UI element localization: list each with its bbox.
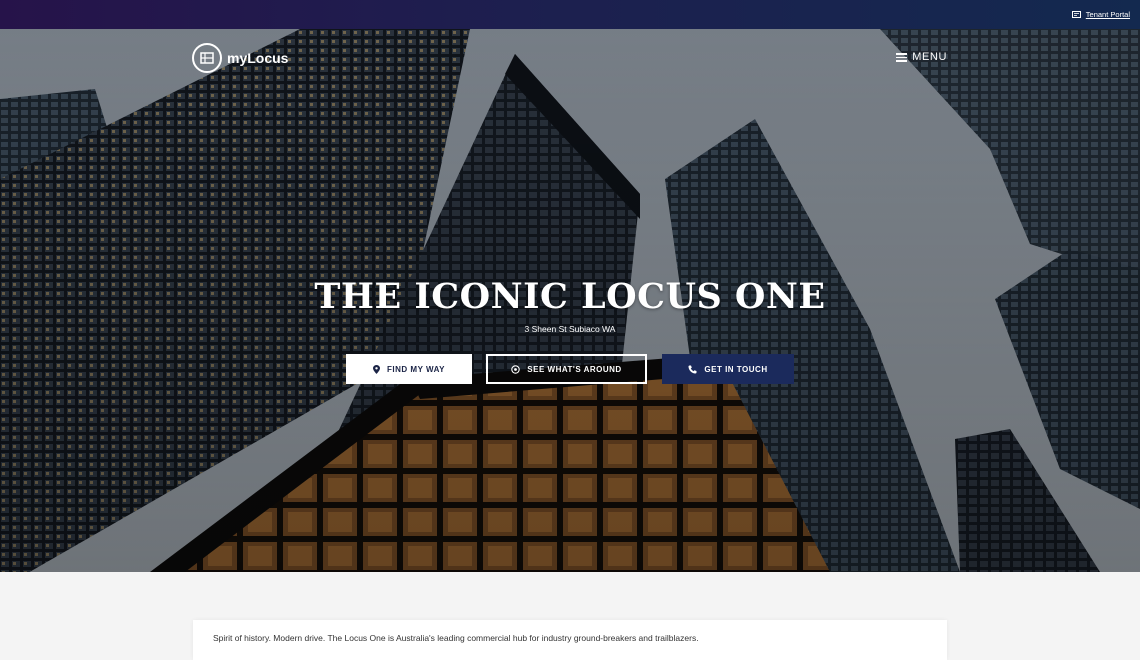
phone-icon [688,365,697,373]
get-in-touch-label: GET IN TOUCH [704,364,768,374]
tenant-portal-link[interactable]: Tenant Portal [1071,10,1130,19]
get-in-touch-button[interactable]: GET IN TOUCH [662,354,794,384]
hero-address: 3 Sheen St Subiaco WA [524,324,616,334]
hero-section: myLocus MENU THE ICONIC LOCUS ONE 3 Shee… [0,29,1140,572]
logo-text: myLocus [227,50,289,66]
hero-title: THE ICONIC LOCUS ONE [314,276,826,317]
hamburger-icon [896,51,908,64]
map-pin-icon [373,364,381,374]
card-icon [1071,11,1081,18]
intro-text: Spirit of history. Modern drive. The Loc… [213,633,699,643]
menu-label: MENU [912,51,947,64]
logo-mark-icon [192,43,222,73]
menu-button[interactable]: MENU [896,51,947,64]
see-whats-around-label: SEE WHAT'S AROUND [527,364,622,374]
top-utility-bar: Tenant Portal [0,0,1140,29]
intro-card: Spirit of history. Modern drive. The Loc… [193,620,947,660]
see-whats-around-button[interactable]: SEE WHAT'S AROUND [486,354,647,384]
tenant-portal-label: Tenant Portal [1085,10,1130,19]
find-my-way-label: FIND MY WAY [387,364,445,374]
logo[interactable]: myLocus [192,43,288,73]
find-my-way-button[interactable]: FIND MY WAY [346,354,472,384]
target-icon [511,364,521,374]
